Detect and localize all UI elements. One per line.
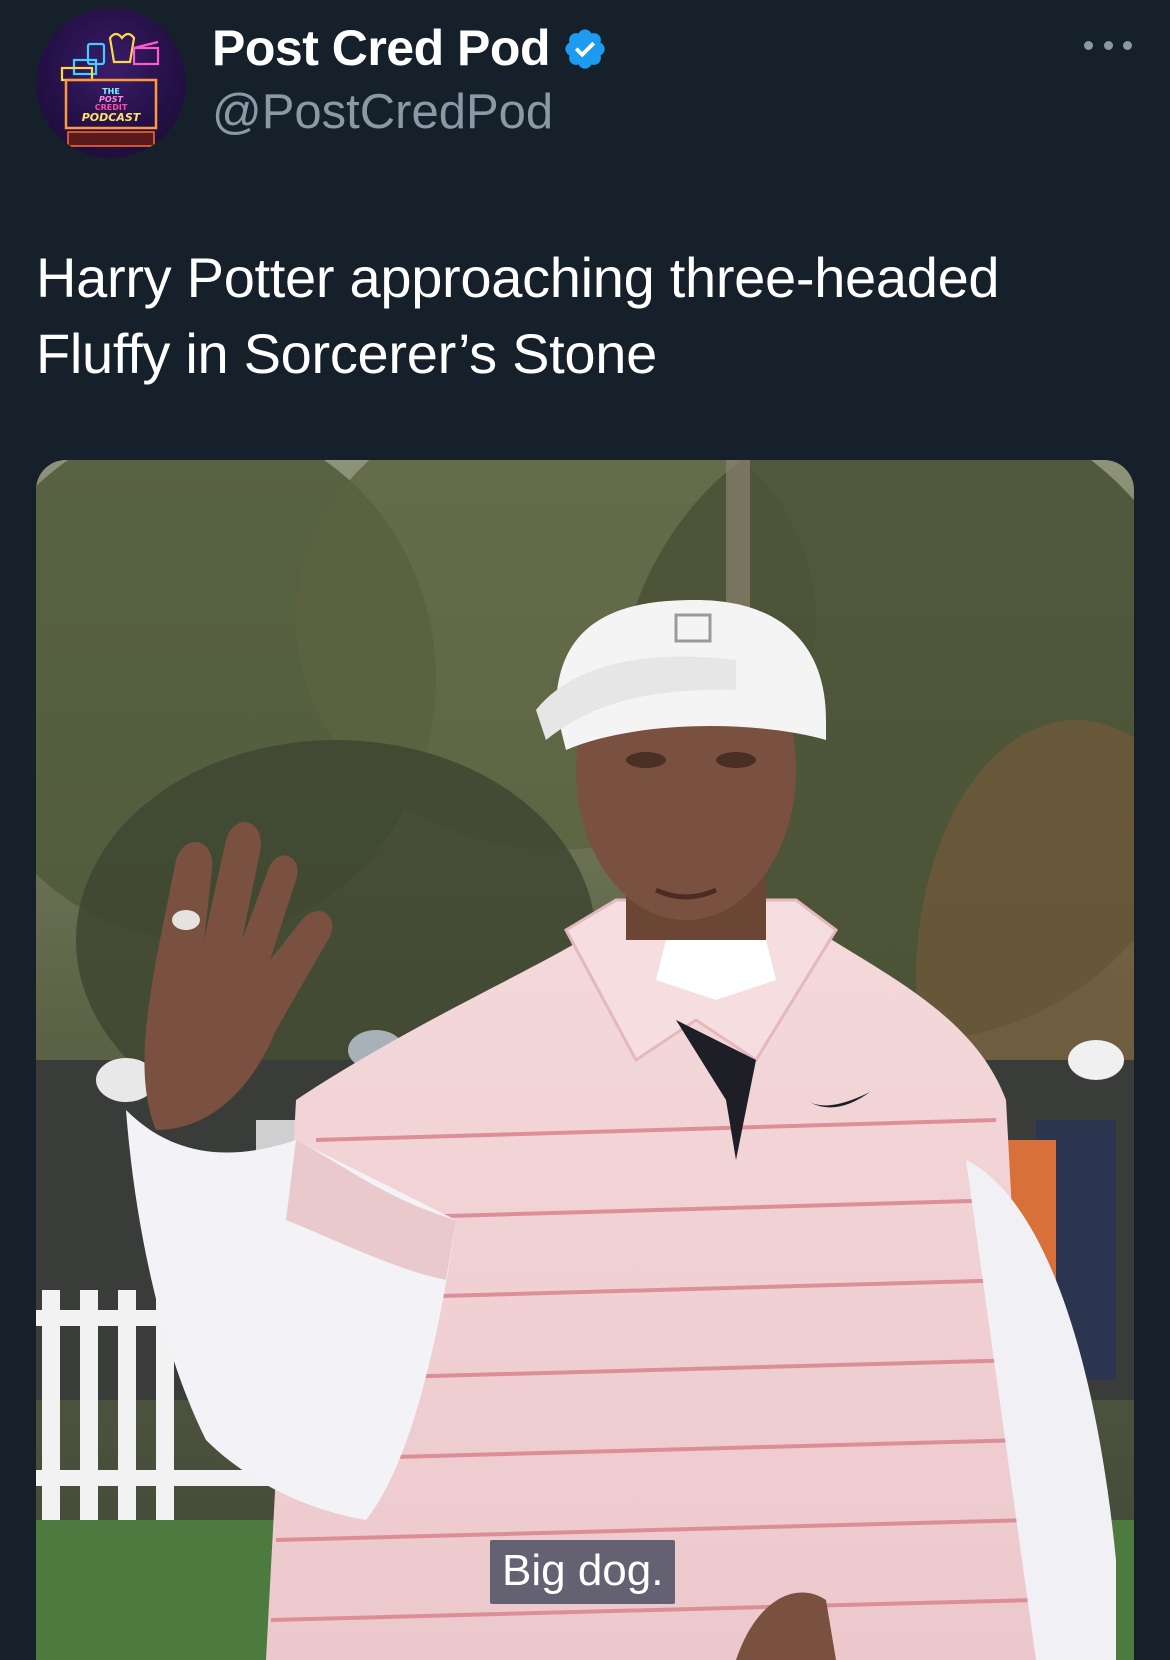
tweet-text: Harry Potter approaching three-headed Fl… (36, 246, 1000, 385)
avatar[interactable]: THE POST CREDIT PODCAST (36, 8, 186, 158)
podcast-logo: THE POST CREDIT PODCAST (60, 32, 160, 147)
more-dot (1103, 40, 1113, 50)
avatar-text-podcast: PODCAST (82, 111, 142, 124)
video-caption: Big dog. (490, 1540, 676, 1604)
tweet-media[interactable] (36, 460, 1134, 1660)
author-handle[interactable]: @PostCredPod (212, 84, 553, 140)
golfer-photo (36, 460, 1134, 1660)
verified-badge-icon (565, 29, 605, 69)
more-dot (1123, 40, 1132, 50)
display-name[interactable]: Post Cred Pod (212, 20, 550, 76)
more-options-icon[interactable] (1084, 30, 1132, 60)
more-dot (1084, 40, 1093, 50)
